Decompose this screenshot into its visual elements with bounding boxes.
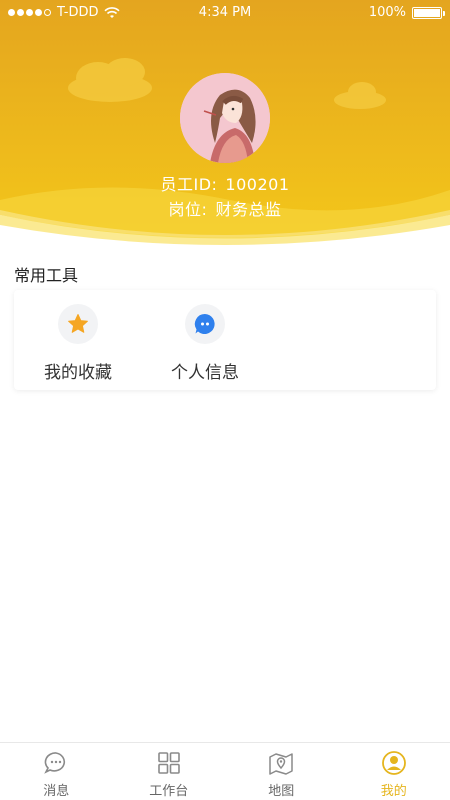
tool-personal-info-label: 个人信息 [171, 363, 239, 383]
employee-id-label: 员工ID: [160, 175, 218, 194]
battery-percent: 100% [368, 5, 406, 20]
tools-section-title: 常用工具 [14, 266, 79, 285]
tab-workbench[interactable]: 工作台 [113, 743, 226, 800]
profile-header: T-DDD 4:34 PM 100% 员工ID: 100201 岗位: 财务总监 [0, 0, 450, 245]
employee-position-label: 岗位: [168, 200, 208, 219]
tab-map-label: 地图 [268, 784, 295, 799]
tab-mine[interactable]: 我的 [338, 743, 450, 800]
tool-favorites[interactable]: 我的收藏 [28, 304, 128, 383]
avatar-girl-illustration [180, 73, 270, 163]
tool-personal-info[interactable]: 个人信息 [155, 304, 255, 383]
tab-workbench-label: 工作台 [149, 784, 189, 799]
employee-id: 员工ID: 100201 [0, 171, 450, 195]
tab-messages-label: 消息 [43, 784, 70, 799]
tab-mine-label: 我的 [380, 784, 407, 799]
tab-messages[interactable]: 消息 [0, 743, 113, 800]
bottom-tab-bar: 消息 工作台 地图 我的 [0, 742, 450, 800]
avatar[interactable] [180, 73, 270, 163]
user-icon [381, 751, 406, 775]
star-icon [68, 314, 88, 333]
tab-map[interactable]: 地图 [225, 743, 338, 800]
employee-position: 岗位: 财务总监 [0, 196, 450, 220]
tools-card: 我的收藏 个人信息 [14, 290, 436, 390]
grid-icon [157, 752, 180, 774]
message-icon [44, 752, 66, 774]
map-icon [269, 753, 293, 775]
battery-icon [412, 6, 445, 19]
status-bar: T-DDD 4:34 PM 100% [0, 0, 450, 26]
employee-position-value: 财务总监 [215, 200, 282, 219]
tool-favorites-label: 我的收藏 [44, 363, 112, 383]
chat-icon [194, 313, 215, 334]
employee-id-value: 100201 [225, 175, 290, 194]
